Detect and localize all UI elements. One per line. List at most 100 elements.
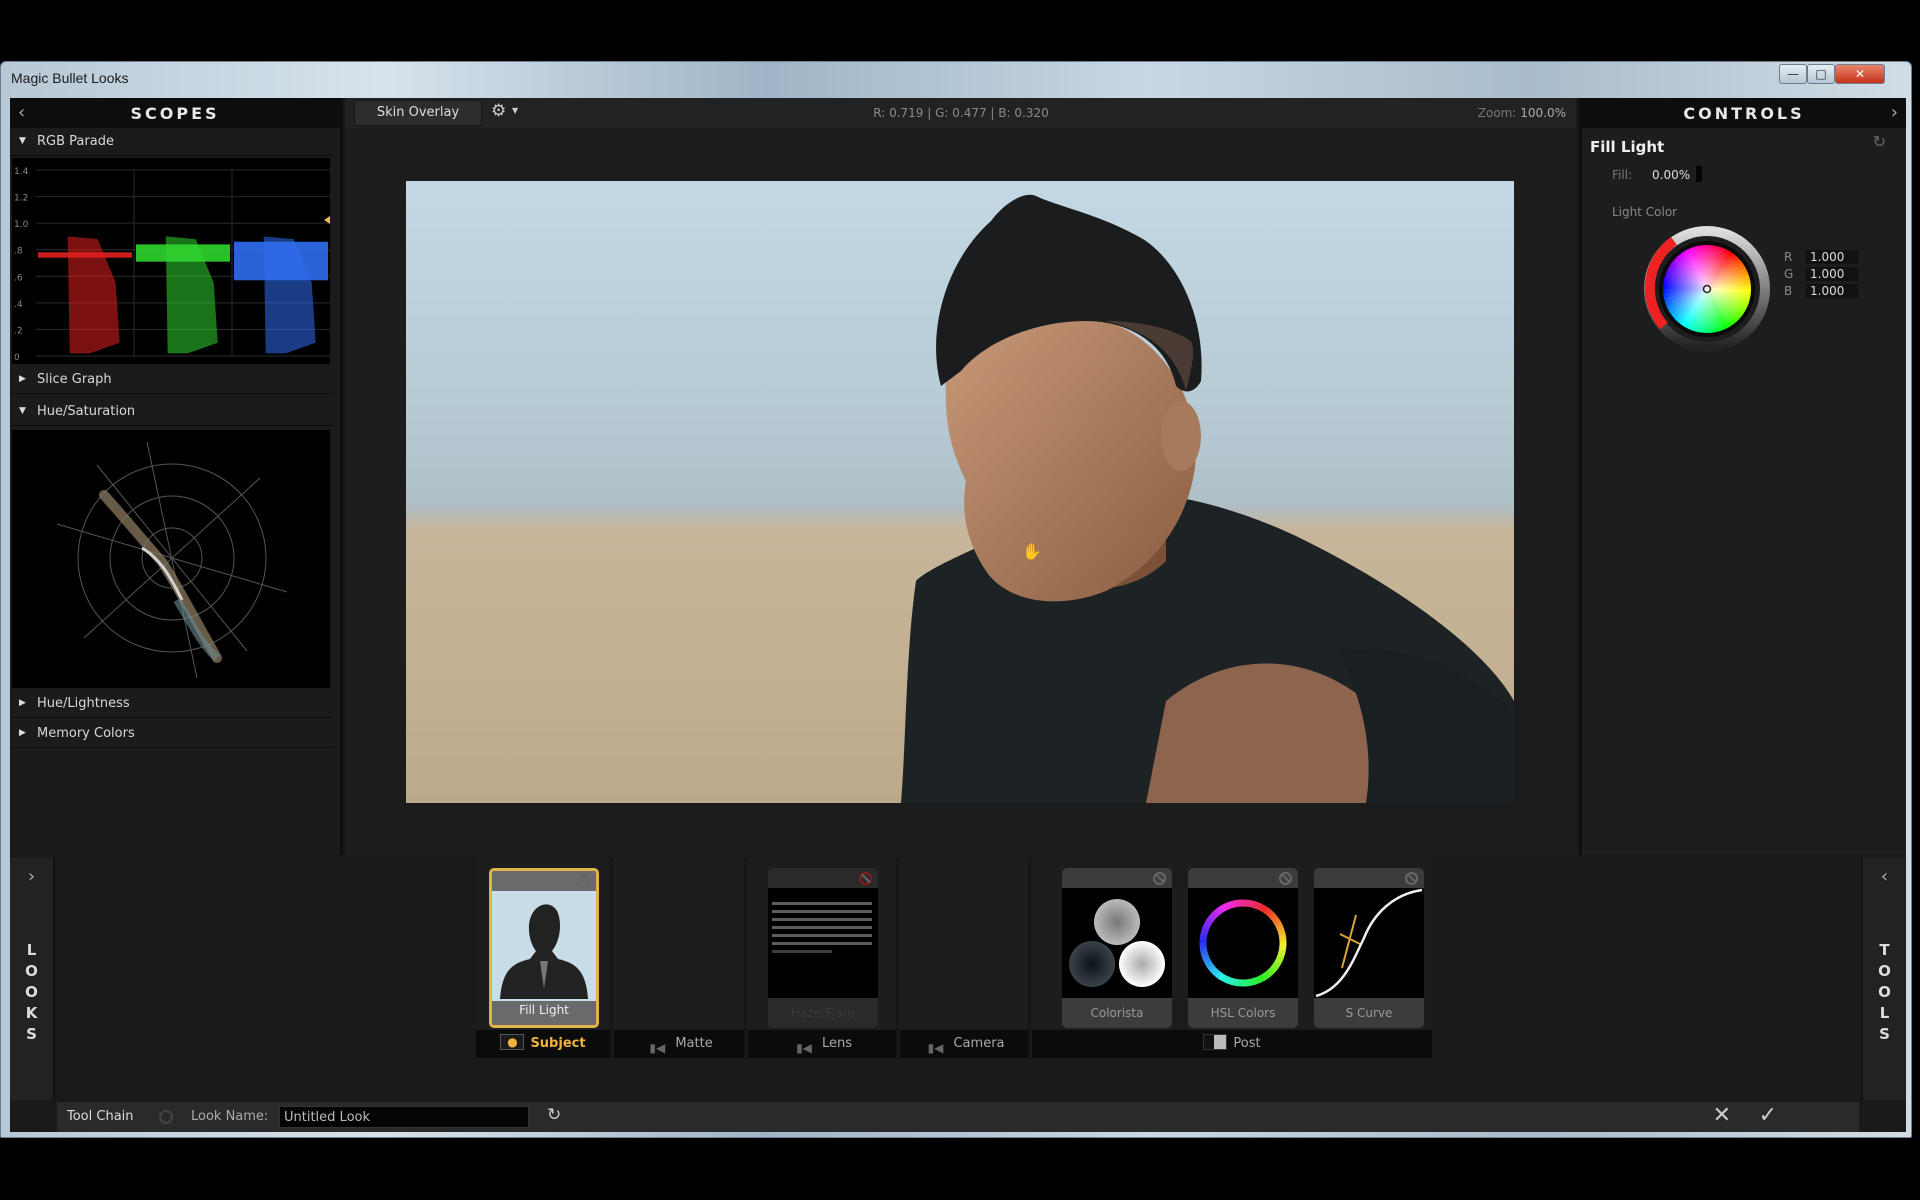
looks-drawer-tab[interactable]: › LOOKS: [10, 858, 55, 1100]
expanded-triangle-icon: ▼: [19, 406, 26, 416]
bypass-active-icon[interactable]: [859, 872, 872, 885]
chevron-down-icon[interactable]: ▼: [512, 106, 518, 115]
tool-name: Fill Light: [1590, 138, 1665, 156]
reset-icon[interactable]: ↻: [547, 1105, 561, 1125]
title-bar[interactable]: Magic Bullet Looks — □ ✕: [1, 62, 1911, 98]
letter: L: [26, 941, 37, 959]
rgb-key: G: [1784, 267, 1794, 281]
tab-subject[interactable]: ● Subject: [476, 1030, 610, 1058]
section-label: Hue/Lightness: [37, 696, 130, 711]
tab-camera[interactable]: ▮◀ Camera: [900, 1030, 1028, 1058]
parade-tick-label: .2: [14, 326, 23, 336]
tool-chain-bypass-icon[interactable]: [159, 1110, 173, 1124]
tool-card-colorista[interactable]: Colorista: [1062, 868, 1172, 1028]
app-body: ‹ SCOPES ▼ RGB Parade 1.4 1.2 1.0 .8 .6 .4 .2 0…: [10, 98, 1906, 1132]
gear-icon[interactable]: ⚙: [491, 101, 506, 121]
vectorscope-graticule: [56, 441, 288, 679]
hue-saturation-scope: [12, 430, 330, 688]
rgb-row-r: R 1.000: [1784, 250, 1858, 264]
colorista-thumbnail: [1062, 888, 1172, 998]
bypass-icon[interactable]: [1153, 872, 1166, 885]
fill-value-field[interactable]: 0.00%: [1652, 168, 1690, 182]
letter: O: [25, 962, 38, 980]
category-camera: ▮◀ Camera: [900, 858, 1030, 1058]
rgb-parade-scope: 1.4 1.2 1.0 .8 .6 .4 .2 0: [12, 158, 330, 364]
bypass-icon[interactable]: [577, 875, 590, 888]
zoom-label: Zoom:: [1477, 106, 1517, 120]
letter: S: [1879, 1025, 1890, 1043]
viewer-area: ✋: [346, 128, 1576, 855]
chevron-left-icon[interactable]: ‹: [1863, 866, 1906, 887]
tool-name: Fill Light: [519, 1003, 569, 1017]
tab-label: Lens: [821, 1036, 853, 1051]
letter: T: [1879, 941, 1890, 959]
zoom-value: 100.0%: [1520, 106, 1566, 120]
light-color-wheel[interactable]: [1644, 226, 1770, 352]
tool-card-hsl-colors[interactable]: HSL Colors: [1188, 868, 1298, 1028]
zoom-readout: Zoom: 100.0%: [1478, 106, 1566, 120]
section-hue-lightness[interactable]: ▶ Hue/Lightness: [10, 690, 334, 718]
tab-matte[interactable]: ▮◀ Matte: [614, 1030, 744, 1058]
maximize-button[interactable]: □: [1807, 64, 1835, 84]
minimize-button[interactable]: —: [1779, 64, 1807, 84]
section-label: Hue/Saturation: [37, 404, 136, 419]
preview-photo: ✋: [901, 194, 1514, 803]
bypass-icon[interactable]: [1279, 872, 1292, 885]
collapsed-triangle-icon: ▶: [19, 374, 26, 384]
category-lens: Haze/Flare ▮◀ Lens: [748, 858, 898, 1058]
category-subject: Fill Light ● Subject: [476, 858, 612, 1058]
section-label: Memory Colors: [37, 726, 135, 741]
tools-drawer-tab[interactable]: ‹ TOOLS: [1861, 858, 1906, 1100]
rgb-row-b: B 1.000: [1784, 284, 1858, 298]
close-window-button[interactable]: ✕: [1835, 64, 1885, 84]
camera-icon: ▮◀: [649, 1041, 666, 1055]
tab-lens[interactable]: ▮◀ Lens: [748, 1030, 896, 1058]
section-label: RGB Parade: [37, 134, 114, 149]
controls-header: CONTROLS ›: [1582, 98, 1906, 128]
tool-name: S Curve: [1345, 1006, 1393, 1020]
skin-overlay-button[interactable]: Skin Overlay: [354, 100, 482, 126]
r-value-field[interactable]: 1.000: [1806, 250, 1858, 264]
status-bar: Tool Chain Look Name: ↻ ✕ ✓: [57, 1102, 1859, 1132]
tool-name: Colorista: [1090, 1006, 1144, 1020]
section-memory-colors[interactable]: ▶ Memory Colors: [10, 720, 334, 748]
s-curve-thumbnail: [1314, 888, 1424, 998]
letter: S: [26, 1025, 37, 1043]
reset-icon[interactable]: ↻: [1873, 132, 1886, 151]
controls-title: CONTROLS: [1683, 104, 1805, 123]
scopes-header: ‹ SCOPES: [10, 98, 340, 128]
fill-slider[interactable]: [1696, 166, 1702, 182]
tool-card-haze-flare[interactable]: Haze/Flare: [768, 868, 878, 1028]
person-icon: ●: [500, 1034, 525, 1050]
light-color-label: Light Color: [1612, 205, 1678, 219]
tab-post[interactable]: Post: [1032, 1030, 1432, 1058]
tool-card-fill-light[interactable]: Fill Light: [489, 868, 599, 1028]
look-name-input[interactable]: [279, 1106, 529, 1128]
bypass-icon[interactable]: [1405, 872, 1418, 885]
window-title: Magic Bullet Looks: [11, 70, 129, 86]
preview-image[interactable]: ✋: [406, 181, 1514, 803]
lens-tool-thumbnail: [768, 888, 878, 998]
tab-label: Matte: [675, 1036, 713, 1051]
section-rgb-parade[interactable]: ▼ RGB Parade: [10, 128, 334, 156]
g-value-field[interactable]: 1.000: [1806, 267, 1858, 281]
tool-card-s-curve[interactable]: S Curve: [1314, 868, 1424, 1028]
letter: K: [25, 1004, 38, 1022]
close-icon[interactable]: ✕: [1713, 1103, 1731, 1128]
camera-icon: ▮◀: [927, 1041, 944, 1055]
section-hue-saturation[interactable]: ▼ Hue/Saturation: [10, 398, 334, 426]
category-matte: ▮◀ Matte: [614, 858, 746, 1058]
chevron-right-icon[interactable]: ›: [10, 866, 53, 887]
post-icon: [1203, 1034, 1228, 1050]
camera-icon: ▮◀: [796, 1041, 812, 1055]
parade-tick-label: .6: [14, 273, 23, 283]
b-value-field[interactable]: 1.000: [1806, 284, 1858, 298]
streaks: [772, 902, 872, 953]
parade-tick-label: 0: [14, 353, 20, 363]
collapse-controls-chevron-right-icon[interactable]: ›: [1891, 102, 1898, 123]
section-slice-graph[interactable]: ▶ Slice Graph: [10, 366, 334, 394]
look-name-label: Look Name:: [191, 1109, 269, 1124]
parade-tick-label: 1.2: [14, 194, 28, 204]
check-icon[interactable]: ✓: [1759, 1103, 1777, 1128]
rgb-key: B: [1784, 284, 1793, 298]
